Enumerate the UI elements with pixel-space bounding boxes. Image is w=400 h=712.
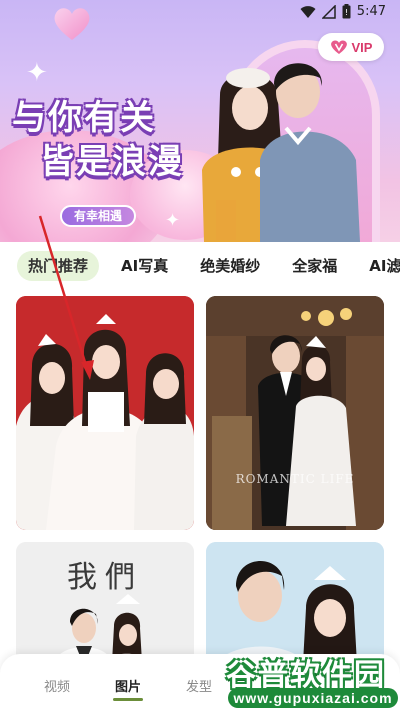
vip-heart-icon [330, 40, 347, 54]
cabin-wedding-photo [206, 296, 384, 530]
sparkle-icon: ✦ [26, 58, 48, 88]
banner-headline-line1: 与你有关 [12, 98, 156, 138]
vip-label: VIP [351, 39, 373, 55]
nav-tab-image[interactable]: 图片 [115, 676, 141, 695]
banner-tagline: 有幸相遇 [60, 205, 137, 227]
photo-caption: ROMANTIC LIFE [235, 472, 355, 486]
category-tab-ai-portrait[interactable]: AI写真 [111, 251, 178, 281]
gallery-card[interactable] [16, 296, 194, 530]
category-tab-family[interactable]: 全家福 [282, 251, 347, 281]
signal-icon [321, 4, 336, 19]
svg-text:!: ! [345, 8, 348, 17]
vip-button[interactable]: VIP [318, 33, 384, 61]
category-tabs: 热门推荐 AI写真 绝美婚纱 全家福 AI滤 [0, 242, 400, 290]
wifi-icon [300, 5, 316, 18]
banner-headline-line2: 皆是浪漫 [40, 142, 184, 182]
category-tab-wedding[interactable]: 绝美婚纱 [190, 251, 270, 281]
nav-tab-video[interactable]: 视频 [44, 676, 70, 695]
nav-tab-hairstyle[interactable]: 发型 [186, 676, 212, 695]
status-bar: ! 5:47 [0, 0, 400, 24]
gallery-card[interactable]: ROMANTIC LIFE [206, 296, 384, 530]
category-tab-ai-filter[interactable]: AI滤 [359, 251, 400, 281]
nav-active-indicator [113, 698, 143, 701]
status-time: 5:47 [356, 4, 386, 19]
couple-photo [202, 63, 360, 242]
watermark-url: www.gupuxiazai.com [228, 688, 398, 708]
battery-icon: ! [342, 4, 351, 19]
photo-title: 我們 [67, 560, 143, 595]
site-watermark: 谷普软件园 www.gupuxiazai.com [218, 648, 400, 712]
category-tab-hot[interactable]: 热门推荐 [17, 251, 100, 281]
sparkle-icon: ✦ [165, 210, 181, 231]
bridal-trio-photo [16, 296, 194, 530]
